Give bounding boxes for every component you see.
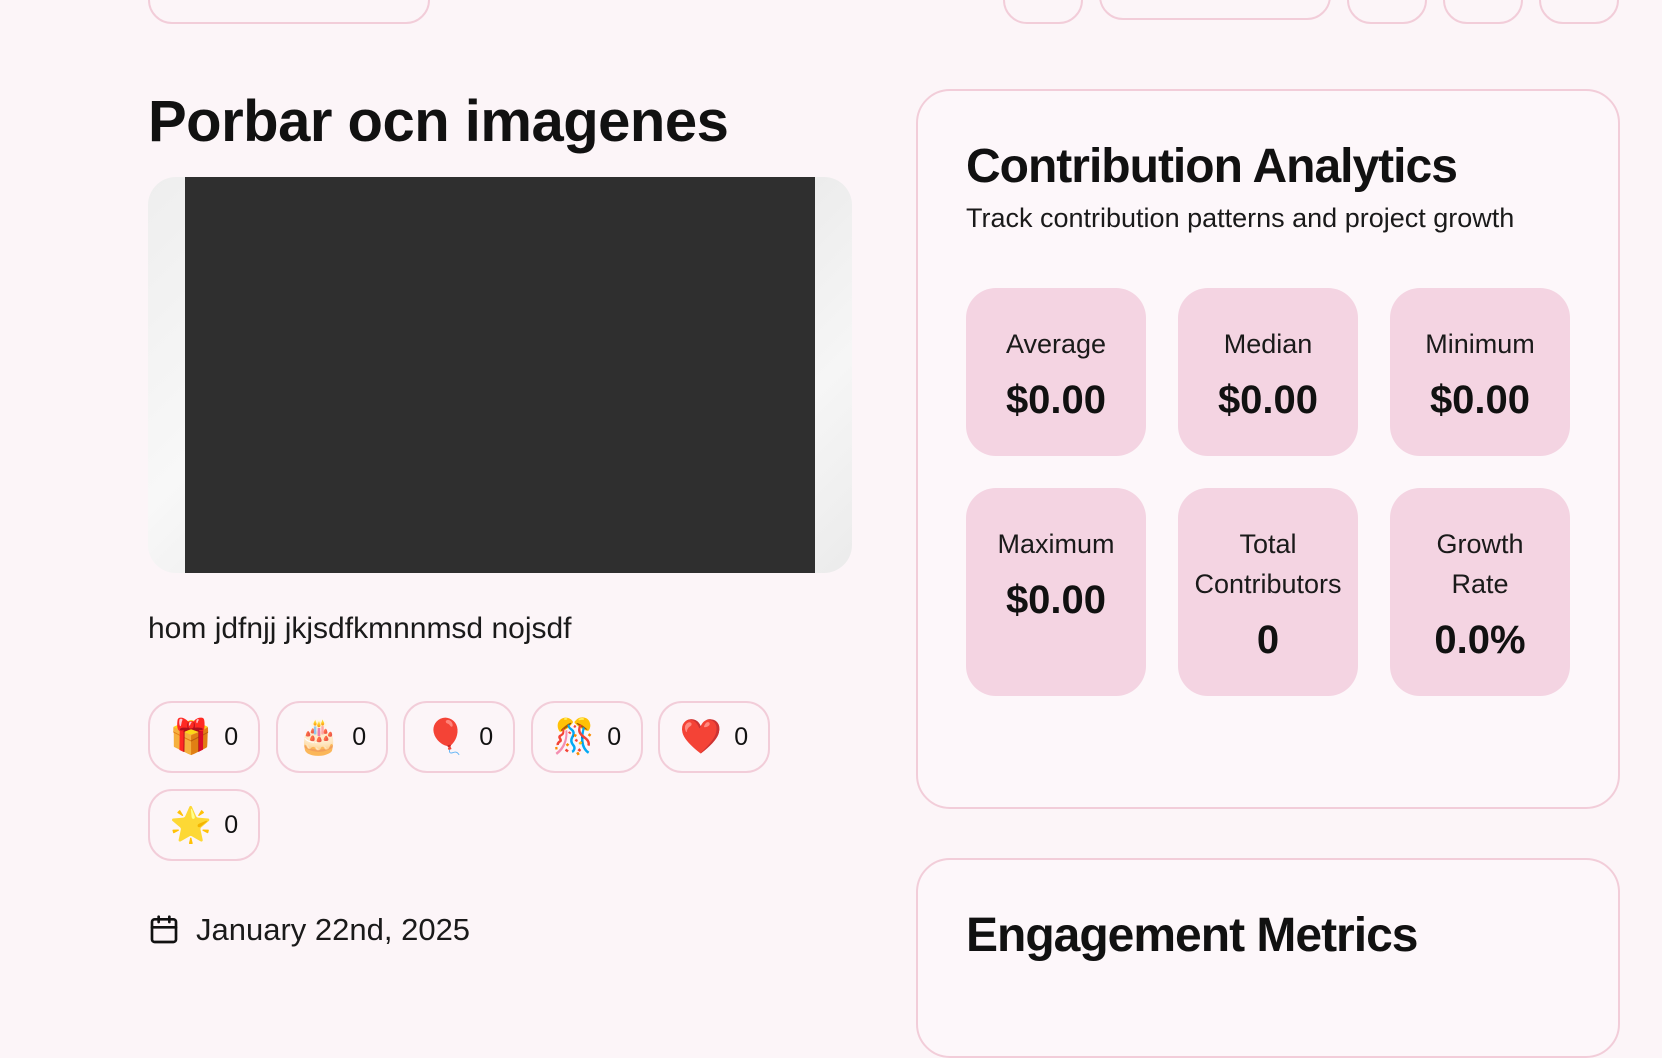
stat-label: Growth Rate	[1436, 529, 1524, 599]
stat-value: $0.00	[1005, 378, 1107, 422]
post-image[interactable]	[148, 177, 852, 573]
top-action-button-1[interactable]	[1003, 0, 1083, 24]
stat-total-contributors: Total Contributors 0	[1178, 488, 1358, 696]
post-title: Porbar ocn imagenes	[148, 89, 729, 154]
reaction-count: 0	[224, 722, 239, 751]
stat-median: Median $0.00	[1178, 288, 1358, 456]
stat-label: Total Contributors	[1194, 529, 1342, 599]
calendar-icon	[150, 915, 178, 944]
stat-minimum: Minimum $0.00	[1390, 288, 1570, 456]
reaction-heart-button[interactable]: ❤️ 0	[658, 701, 770, 773]
reaction-count: 0	[734, 722, 749, 751]
reaction-count: 0	[224, 810, 239, 839]
reaction-cake-button[interactable]: 🎂 0	[276, 701, 388, 773]
confetti-icon: 🎊	[552, 718, 596, 756]
heart-icon: ❤️	[679, 718, 723, 756]
top-action-button-2[interactable]	[1099, 0, 1331, 20]
post-date: January 22nd, 2025	[148, 912, 470, 948]
reaction-count: 0	[607, 722, 622, 751]
stat-label: Average	[1005, 329, 1107, 359]
stat-growth-rate: Growth Rate 0.0%	[1390, 488, 1570, 696]
star-icon: 🌟	[169, 806, 213, 844]
contribution-analytics-card: Contribution Analytics Track contributio…	[916, 89, 1620, 809]
analytics-title: Contribution Analytics	[966, 140, 1458, 193]
stat-label: Median	[1223, 329, 1313, 359]
reaction-count: 0	[479, 722, 494, 751]
post-description: hom jdfnjj jkjsdfkmnnmsd nojsdf	[148, 612, 572, 645]
stat-value: 0	[1256, 618, 1280, 662]
top-action-button-3[interactable]	[1347, 0, 1427, 24]
cake-icon: 🎂	[297, 718, 341, 756]
gift-icon: 🎁	[169, 718, 213, 756]
analytics-subtitle: Track contribution patterns and project …	[966, 203, 1515, 233]
reaction-balloon-button[interactable]: 🎈 0	[403, 701, 515, 773]
engagement-title: Engagement Metrics	[966, 909, 1418, 962]
stat-value: $0.00	[1429, 378, 1531, 422]
stat-label: Maximum	[997, 529, 1115, 559]
balloon-icon: 🎈	[424, 718, 468, 756]
stat-average: Average $0.00	[966, 288, 1146, 456]
post-image-content	[185, 177, 815, 573]
reaction-star-button[interactable]: 🌟 0	[148, 789, 260, 861]
engagement-metrics-card: Engagement Metrics	[916, 858, 1620, 1058]
stat-maximum: Maximum $0.00	[966, 488, 1146, 696]
top-left-button[interactable]	[148, 0, 430, 24]
top-action-button-5[interactable]	[1539, 0, 1619, 24]
stat-value: $0.00	[1005, 578, 1107, 622]
top-action-button-4[interactable]	[1443, 0, 1523, 24]
reaction-confetti-button[interactable]: 🎊 0	[531, 701, 643, 773]
reaction-gift-button[interactable]: 🎁 0	[148, 701, 260, 773]
stat-value: 0.0%	[1434, 618, 1526, 662]
post-date-text: January 22nd, 2025	[196, 912, 471, 947]
stat-label: Minimum	[1425, 329, 1535, 359]
reaction-count: 0	[352, 722, 367, 751]
stat-value: $0.00	[1217, 378, 1319, 422]
